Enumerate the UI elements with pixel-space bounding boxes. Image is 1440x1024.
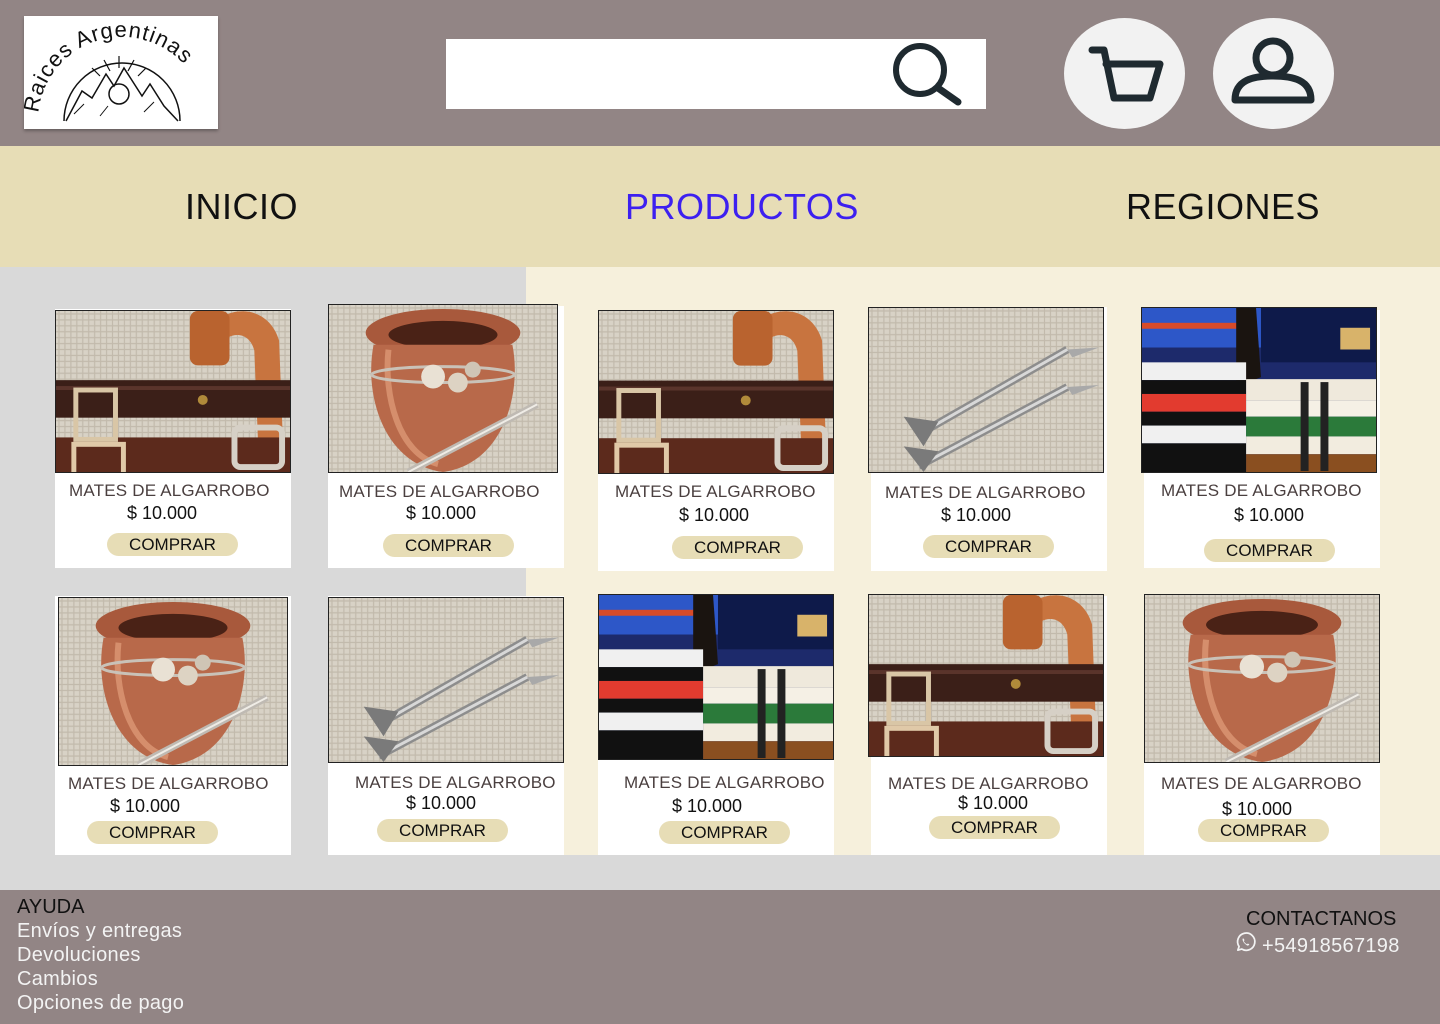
product-card[interactable]: MATES DE ALGARROBO $ 10.000 COMPRAR bbox=[598, 310, 834, 571]
product-price: $ 10.000 bbox=[679, 505, 750, 525]
search-input[interactable] bbox=[446, 39, 876, 109]
product-card[interactable]: MATES DE ALGARROBO $ 10.000 COMPRAR bbox=[55, 309, 291, 568]
buy-button[interactable]: COMPRAR bbox=[923, 535, 1054, 558]
product-image[interactable] bbox=[868, 594, 1104, 757]
nav-inicio[interactable]: INICIO bbox=[185, 186, 298, 228]
product-card[interactable]: MATES DE ALGARROBO $ 10.000 COMPRAR bbox=[55, 596, 291, 855]
product-name: MATES DE ALGARROBO bbox=[615, 482, 816, 501]
buy-button[interactable]: COMPRAR bbox=[377, 819, 508, 842]
product-image[interactable] bbox=[598, 594, 834, 760]
nav-productos[interactable]: PRODUCTOS bbox=[625, 186, 859, 228]
product-price: $ 10.000 bbox=[110, 796, 181, 816]
main-nav: INICIO PRODUCTOS REGIONES bbox=[0, 146, 1440, 267]
search-icon[interactable] bbox=[888, 42, 964, 106]
user-account-button[interactable] bbox=[1213, 18, 1334, 129]
product-name: MATES DE ALGARROBO bbox=[69, 481, 270, 500]
product-name: MATES DE ALGARROBO bbox=[1161, 481, 1362, 500]
footer-help-title: AYUDA bbox=[17, 896, 85, 918]
buy-button[interactable]: COMPRAR bbox=[87, 821, 218, 844]
product-card[interactable]: MATES DE ALGARROBO $ 10.000 COMPRAR bbox=[868, 307, 1107, 571]
product-image[interactable] bbox=[328, 304, 558, 473]
product-card[interactable]: MATES DE ALGARROBO $ 10.000 COMPRAR bbox=[598, 594, 834, 855]
buy-button[interactable]: COMPRAR bbox=[929, 816, 1060, 839]
buy-button[interactable]: COMPRAR bbox=[1198, 819, 1329, 842]
product-name: MATES DE ALGARROBO bbox=[355, 773, 556, 792]
footer-contact-title: CONTACTANOS bbox=[1246, 908, 1397, 930]
product-price: $ 10.000 bbox=[672, 796, 743, 816]
product-name: MATES DE ALGARROBO bbox=[888, 774, 1089, 793]
product-card[interactable]: MATES DE ALGARROBO $ 10.000 COMPRAR bbox=[868, 594, 1107, 855]
product-card[interactable]: MATES DE ALGARROBO $ 10.000 COMPRAR bbox=[328, 304, 564, 568]
buy-button[interactable]: COMPRAR bbox=[659, 821, 790, 844]
product-price: $ 10.000 bbox=[958, 793, 1029, 813]
buy-button[interactable]: COMPRAR bbox=[672, 536, 803, 559]
footer-link-devoluciones[interactable]: Devoluciones bbox=[17, 944, 141, 967]
buy-button[interactable]: COMPRAR bbox=[383, 534, 514, 557]
nav-regiones[interactable]: REGIONES bbox=[1126, 186, 1320, 228]
product-name: MATES DE ALGARROBO bbox=[339, 482, 540, 501]
product-price: $ 10.000 bbox=[1222, 799, 1293, 819]
product-image[interactable] bbox=[58, 597, 288, 766]
product-price: $ 10.000 bbox=[406, 793, 477, 813]
buy-button[interactable]: COMPRAR bbox=[1204, 539, 1335, 562]
user-icon bbox=[1231, 37, 1315, 104]
product-name: MATES DE ALGARROBO bbox=[885, 483, 1086, 502]
whatsapp-icon bbox=[1236, 932, 1256, 952]
product-price: $ 10.000 bbox=[1234, 505, 1305, 525]
footer-link-pagos[interactable]: Opciones de pago bbox=[17, 992, 184, 1015]
product-name: MATES DE ALGARROBO bbox=[1161, 774, 1362, 793]
brand-logo[interactable]: Raices Argentinas bbox=[24, 16, 218, 129]
footer-link-cambios[interactable]: Cambios bbox=[17, 968, 98, 991]
product-image[interactable] bbox=[598, 310, 834, 474]
product-image[interactable] bbox=[1141, 307, 1377, 473]
product-card[interactable]: MATES DE ALGARROBO $ 10.000 COMPRAR bbox=[1144, 594, 1380, 855]
header: Raices Argentinas bbox=[0, 0, 1440, 146]
product-image[interactable] bbox=[55, 310, 291, 473]
cart-icon bbox=[1088, 46, 1164, 102]
buy-button[interactable]: COMPRAR bbox=[107, 533, 238, 556]
footer: AYUDA Envíos y entregas Devoluciones Cam… bbox=[0, 890, 1440, 1024]
logo-graphic: Raices Argentinas bbox=[24, 17, 198, 122]
product-image[interactable] bbox=[328, 597, 564, 763]
product-price: $ 10.000 bbox=[406, 503, 477, 523]
product-price: $ 10.000 bbox=[127, 503, 198, 523]
cart-button[interactable] bbox=[1064, 18, 1185, 129]
product-price: $ 10.000 bbox=[941, 505, 1012, 525]
product-image[interactable] bbox=[1144, 594, 1380, 763]
footer-phone-link[interactable]: +54918567198 bbox=[1262, 935, 1400, 958]
footer-link-envios[interactable]: Envíos y entregas bbox=[17, 920, 182, 943]
product-name: MATES DE ALGARROBO bbox=[68, 774, 269, 793]
product-card[interactable]: MATES DE ALGARROBO $ 10.000 COMPRAR bbox=[1141, 307, 1380, 568]
product-image[interactable] bbox=[868, 307, 1104, 473]
product-name: MATES DE ALGARROBO bbox=[624, 773, 825, 792]
product-card[interactable]: MATES DE ALGARROBO $ 10.000 COMPRAR bbox=[328, 596, 564, 855]
